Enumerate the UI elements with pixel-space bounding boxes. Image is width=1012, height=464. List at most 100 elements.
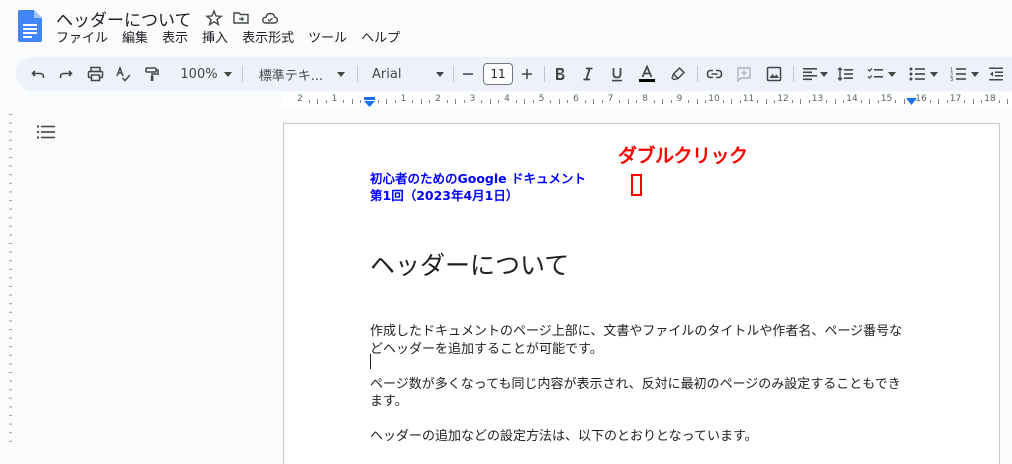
- vertical-ruler-tick: [9, 157, 12, 158]
- vertical-ruler-tick: [9, 225, 12, 227]
- document-outline-icon[interactable]: [37, 125, 55, 139]
- bold-button[interactable]: [551, 57, 569, 91]
- vertical-ruler-tick: [9, 346, 12, 348]
- ruler-tick: [567, 100, 568, 103]
- menu-file[interactable]: ファイル: [56, 31, 108, 49]
- underline-button[interactable]: [608, 57, 626, 91]
- vertical-ruler-tick: [9, 182, 12, 184]
- zoom-select[interactable]: 100%: [176, 57, 236, 91]
- vertical-ruler-tick: [9, 354, 12, 356]
- ruler-tick: [964, 100, 965, 103]
- horizontal-ruler[interactable]: 2 1 1 2 3 4 5 6 7 8 9 10 11 12 13 14 15 16 17 18: [0, 92, 1012, 110]
- menu-help[interactable]: ヘルプ: [361, 31, 400, 49]
- insert-link-button[interactable]: [704, 57, 724, 91]
- ruler-tick: [619, 100, 620, 103]
- bold-icon: [556, 68, 565, 80]
- move-folder-icon[interactable]: [232, 9, 250, 27]
- align-icon: [802, 68, 817, 81]
- ruler-tick: [792, 100, 793, 103]
- cloud-saved-icon[interactable]: [261, 9, 279, 27]
- highlight-button[interactable]: [668, 57, 688, 91]
- image-icon: [766, 66, 782, 82]
- body-paragraph-line[interactable]: 作成したドキュメントのページ上部に、文書やファイルのタイトルや作者名、ページ番号…: [370, 320, 902, 339]
- document-page[interactable]: 初心者のためのGoogle ドキュメント 第1回（2023年4月1日） ダブルク…: [283, 123, 1000, 464]
- vertical-ruler-tick: [9, 208, 12, 210]
- ruler-tick: [429, 100, 430, 103]
- vertical-ruler-tick: [9, 320, 12, 322]
- menu-view[interactable]: 表示: [162, 31, 188, 49]
- body-paragraph-line[interactable]: ます。: [370, 390, 408, 409]
- left-indent-marker-icon[interactable]: [364, 97, 375, 107]
- chevron-down-icon: [337, 71, 346, 77]
- menu-insert[interactable]: 挿入: [202, 31, 228, 49]
- body-paragraph-line[interactable]: ヘッダーの追加などの設定方法は、以下のとおりとなっています。: [370, 425, 758, 444]
- paragraph-style-select[interactable]: 標準テキ...: [254, 57, 350, 91]
- toolbar: 100% 標準テキ... Arial 11 1 2 3: [16, 57, 1012, 91]
- ruler-number: 1: [400, 94, 407, 104]
- ruler-tick: [688, 100, 689, 103]
- menu-tools[interactable]: ツール: [308, 31, 347, 49]
- document-title[interactable]: ヘッダーについて: [56, 6, 192, 31]
- italic-icon: [583, 67, 593, 81]
- ruler-tick: [999, 100, 1000, 103]
- ruler-tick: [697, 99, 698, 104]
- text-color-icon: [639, 65, 655, 82]
- font-family-select[interactable]: Arial: [372, 57, 444, 91]
- vertical-ruler-tick: [9, 260, 12, 262]
- ruler-tick: [585, 100, 586, 103]
- spellcheck-icon: [116, 66, 131, 82]
- increase-font-size-button[interactable]: [518, 57, 536, 91]
- redo-button[interactable]: [56, 57, 76, 91]
- ruler-number: 11: [742, 94, 755, 104]
- vertical-ruler-tick: [9, 337, 12, 339]
- ruler-tick: [774, 100, 775, 103]
- menu-bar: ファイル 編集 表示 挿入 表示形式 ツール ヘルプ: [56, 31, 414, 49]
- menu-format[interactable]: 表示形式: [242, 31, 294, 49]
- decrease-font-size-button[interactable]: [459, 57, 477, 91]
- docs-logo-icon[interactable]: [18, 10, 42, 42]
- font-size-input[interactable]: 11: [483, 63, 513, 85]
- ruler-tick: [705, 100, 706, 103]
- vertical-ruler-tick: [9, 389, 12, 391]
- bulleted-list-button[interactable]: [906, 57, 940, 91]
- paint-format-button[interactable]: [142, 57, 162, 91]
- vertical-ruler[interactable]: [0, 110, 14, 448]
- top-bar: ヘッダーについて ファイル 編集 表示 挿入 表示形式 ツール ヘルプ: [0, 0, 1012, 54]
- text-color-button[interactable]: [637, 57, 657, 91]
- ruler-tick: [524, 99, 525, 104]
- right-indent-marker-icon[interactable]: [906, 98, 917, 106]
- vertical-ruler-tick: [9, 217, 12, 219]
- ruler-tick: [930, 100, 931, 103]
- body-paragraph-line[interactable]: どヘッダーを追加することが可能です。: [370, 338, 603, 357]
- decrease-indent-button[interactable]: [986, 57, 1006, 91]
- vertical-ruler-tick: [9, 363, 12, 365]
- ruler-tick: [455, 99, 456, 104]
- line-spacing-button[interactable]: [834, 57, 856, 91]
- italic-button[interactable]: [579, 57, 597, 91]
- body-paragraph-line[interactable]: ページ数が多くなっても同じ内容が表示され、反対に最初のページのみ設定することもで…: [370, 373, 901, 392]
- document-heading[interactable]: ヘッダーについて: [370, 246, 569, 282]
- checklist-button[interactable]: [864, 57, 898, 91]
- spellcheck-button[interactable]: [113, 57, 133, 91]
- ruler-tick: [723, 100, 724, 103]
- ruler-number: 2: [435, 94, 441, 104]
- ruler-tick: [766, 99, 767, 104]
- ruler-number: 18: [984, 94, 996, 104]
- align-button[interactable]: [800, 57, 830, 91]
- undo-button[interactable]: [28, 57, 48, 91]
- print-button[interactable]: [84, 57, 106, 91]
- ruler-tick: [550, 100, 551, 103]
- insert-image-button[interactable]: [764, 57, 784, 91]
- vertical-ruler-tick: [9, 174, 12, 176]
- ruler-tick: [326, 100, 327, 103]
- star-icon[interactable]: [205, 9, 223, 27]
- bullet-list-icon: [909, 67, 925, 81]
- page-header-line-2[interactable]: 第1回（2023年4月1日）: [370, 185, 518, 204]
- vertical-ruler-tick: [9, 294, 12, 296]
- menu-edit[interactable]: 編集: [122, 31, 148, 49]
- ruler-tick: [360, 100, 361, 103]
- numbered-list-button[interactable]: 123: [947, 57, 981, 91]
- line-spacing-icon: [837, 67, 853, 81]
- add-comment-button[interactable]: [734, 57, 754, 91]
- toolbar-divider: [544, 66, 545, 82]
